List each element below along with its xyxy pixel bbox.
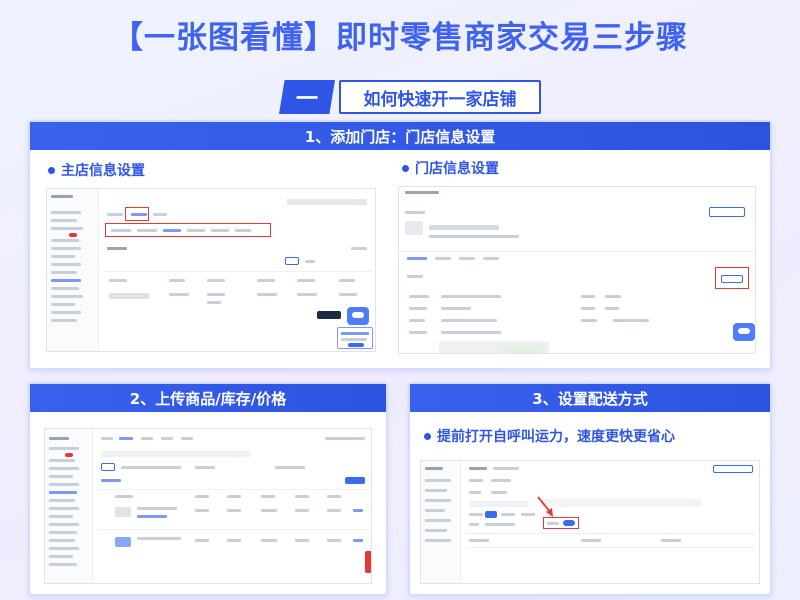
screenshot-sidebar	[421, 461, 461, 583]
section-label: 如何快速开一家店铺	[339, 80, 541, 114]
section-banner: 一 如何快速开一家店铺	[279, 80, 541, 114]
step1-left-label: 主店信息设置	[61, 163, 145, 179]
bullet-icon	[402, 164, 409, 172]
bullet-icon	[48, 166, 55, 174]
screenshot-sidebar	[45, 429, 93, 583]
step3-tip-text: 提前打开自呼叫运力，速度更快更省心	[437, 429, 675, 445]
step1-right-subtitle: 门店信息设置	[402, 158, 499, 178]
step3-panel: 3、设置配送方式 提前打开自呼叫运力，速度更快更省心	[408, 382, 772, 596]
screenshot-sidebar	[47, 189, 99, 351]
step1-left-subtitle: 主店信息设置	[48, 160, 145, 180]
step2-panel: 2、上传商品/库存/价格	[28, 382, 388, 596]
main-store-settings-screenshot	[46, 188, 376, 352]
delivery-settings-screenshot	[420, 460, 760, 584]
page-title: 【一张图看懂】即时零售商家交易三步骤	[112, 20, 688, 56]
assistant-popup	[337, 327, 373, 349]
step1-right-label: 门店信息设置	[415, 161, 499, 177]
step3-tip: 提前打开自呼叫运力，速度更快更省心	[424, 426, 675, 446]
highlight-box	[125, 207, 149, 221]
assistant-robot-icon[interactable]	[347, 307, 369, 325]
step2-heading: 2、上传商品/库存/价格	[30, 384, 386, 412]
section-number: 一	[279, 80, 335, 114]
step1-panel: 1、添加门店：门店信息设置 主店信息设置 门店信息设置	[28, 120, 772, 370]
step3-heading: 3、设置配送方式	[410, 384, 770, 412]
upload-products-screenshot	[44, 428, 372, 584]
step1-heading: 1、添加门店：门店信息设置	[30, 122, 770, 150]
bullet-icon	[424, 432, 431, 440]
assistant-robot-icon[interactable]	[733, 323, 755, 341]
arrow-icon	[537, 496, 553, 517]
store-info-settings-screenshot	[398, 186, 756, 354]
